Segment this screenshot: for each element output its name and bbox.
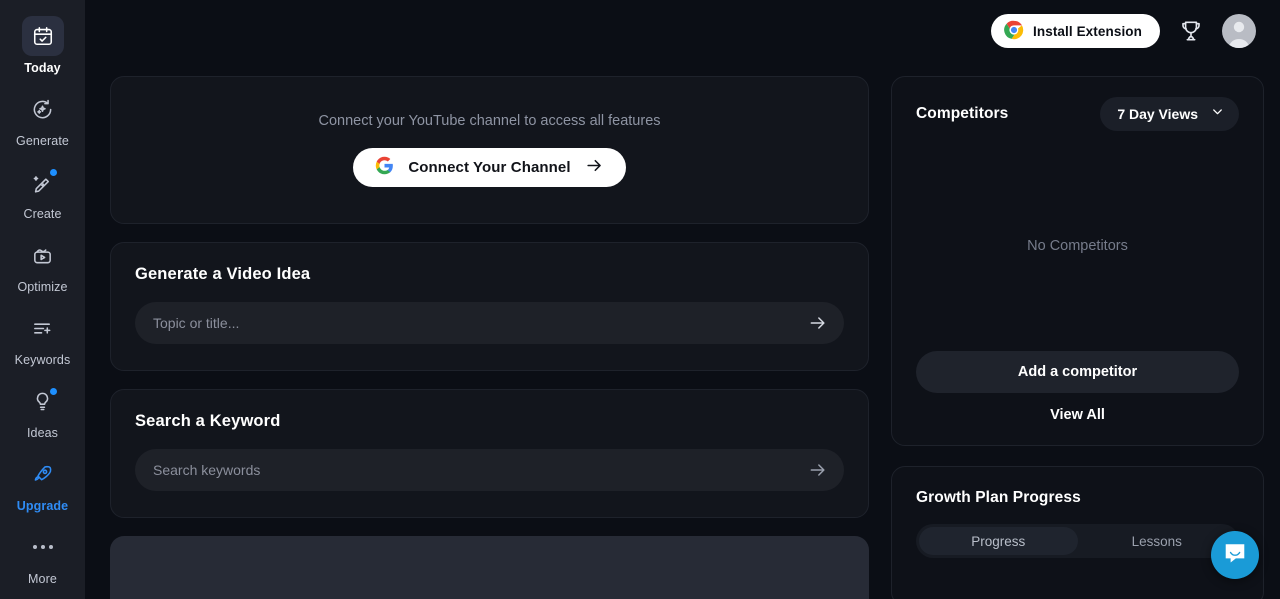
competitors-header: Competitors 7 Day Views [916, 97, 1239, 131]
add-competitor-button[interactable]: Add a competitor [916, 351, 1239, 393]
ellipsis-icon [32, 545, 53, 549]
trophy-icon[interactable] [1178, 18, 1204, 44]
content-area: Connect your YouTube channel to access a… [85, 62, 1280, 599]
sidebar-item-more[interactable]: More [8, 521, 78, 590]
competitors-title: Competitors [916, 105, 1009, 122]
search-keyword-input[interactable] [153, 462, 800, 478]
connect-channel-message: Connect your YouTube channel to access a… [318, 113, 661, 129]
app-root: Today Generate Create Optimize Keywords … [0, 0, 1280, 599]
connect-your-channel-button[interactable]: Connect Your Channel [353, 148, 626, 187]
sparkle-refresh-icon [31, 98, 54, 121]
sidebar-item-ideas[interactable]: Ideas [8, 375, 78, 444]
sidebar-item-optimize[interactable]: Optimize [8, 229, 78, 298]
install-extension-label: Install Extension [1033, 23, 1142, 39]
sidebar-item-label: Today [24, 61, 61, 75]
video-box-icon [31, 244, 54, 267]
generate-video-idea-title: Generate a Video Idea [135, 265, 311, 283]
growth-plan-title: Growth Plan Progress [916, 489, 1081, 506]
loading-placeholder-card [110, 536, 869, 599]
tab-progress[interactable]: Progress [919, 527, 1078, 555]
intercom-chat-button[interactable] [1211, 531, 1259, 579]
intercom-chat-icon [1222, 540, 1248, 571]
top-bar: Install Extension [85, 0, 1280, 62]
install-extension-button[interactable]: Install Extension [991, 14, 1160, 48]
generate-idea-submit-button[interactable] [808, 313, 828, 333]
sidebar-item-label: Create [23, 207, 62, 221]
connect-your-channel-label: Connect Your Channel [408, 159, 571, 176]
chevron-down-icon [1210, 104, 1225, 124]
google-g-icon [375, 156, 394, 180]
main-area: Install Extension Connect your YouTube c… [85, 0, 1280, 599]
list-plus-icon [31, 317, 54, 340]
search-keyword-card: Search a Keyword [110, 389, 869, 518]
generate-idea-input[interactable] [153, 315, 800, 331]
search-keyword-submit-button[interactable] [808, 460, 828, 480]
competitors-empty-state: No Competitors [1027, 238, 1128, 254]
connect-channel-card: Connect your YouTube channel to access a… [110, 76, 869, 224]
sidebar-item-label: Keywords [14, 353, 71, 367]
sidebar-item-label: Ideas [26, 426, 59, 440]
sidebar-item-create[interactable]: Create [8, 156, 78, 225]
sidebar-item-label: Upgrade [16, 499, 69, 513]
competitors-range-dropdown[interactable]: 7 Day Views [1100, 97, 1239, 131]
sidebar-item-today[interactable]: Today [8, 10, 78, 79]
growth-plan-panel: Growth Plan Progress Progress Lessons [891, 466, 1264, 599]
sidebar-item-upgrade[interactable]: Upgrade [8, 448, 78, 517]
arrow-right-icon [585, 156, 604, 180]
avatar[interactable] [1222, 14, 1256, 48]
generate-video-idea-card: Generate a Video Idea [110, 242, 869, 371]
competitors-panel: Competitors 7 Day Views No Competitors A… [891, 76, 1264, 446]
search-keyword-title: Search a Keyword [135, 412, 281, 430]
chrome-icon [1004, 20, 1024, 43]
sidebar-item-label: More [28, 572, 57, 586]
view-all-competitors-link[interactable]: View All [916, 401, 1239, 423]
user-avatar-icon [1228, 21, 1250, 48]
rocket-icon [31, 463, 54, 486]
sidebar-item-keywords[interactable]: Keywords [8, 302, 78, 371]
right-column: Competitors 7 Day Views No Competitors A… [891, 76, 1264, 599]
competitors-range-value: 7 Day Views [1117, 106, 1198, 122]
sidebar-item-label: Optimize [17, 280, 68, 294]
sidebar-item-generate[interactable]: Generate [8, 83, 78, 152]
notification-dot-badge [49, 388, 57, 395]
search-keyword-input-row[interactable] [135, 449, 844, 491]
calendar-check-icon [32, 25, 54, 47]
notification-dot-badge [49, 169, 57, 176]
left-column: Connect your YouTube channel to access a… [110, 76, 869, 599]
sidebar-item-label: Generate [16, 134, 69, 148]
sidebar: Today Generate Create Optimize Keywords … [0, 0, 85, 599]
growth-plan-tabs: Progress Lessons [916, 524, 1239, 558]
generate-idea-input-row[interactable] [135, 302, 844, 344]
